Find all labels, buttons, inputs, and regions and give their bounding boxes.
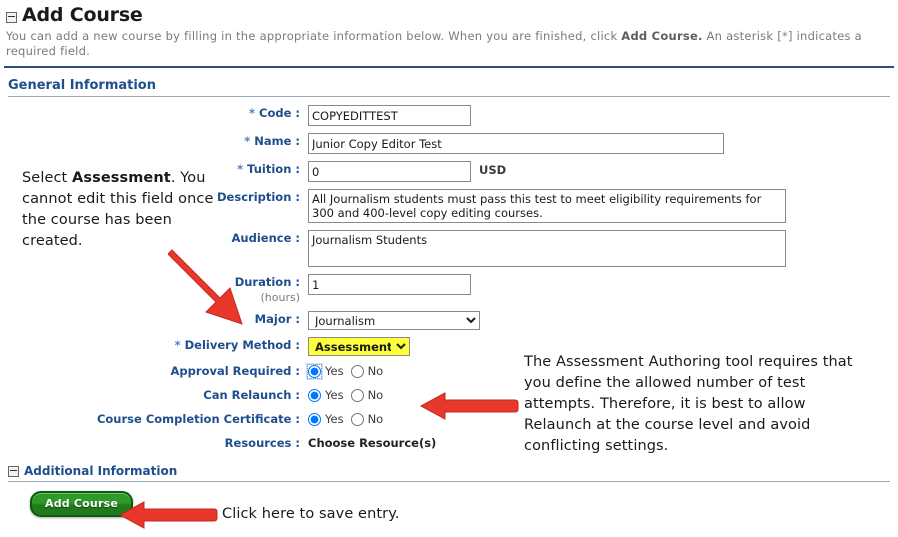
approval-required-no-radio[interactable] xyxy=(350,365,364,378)
can-relaunch-no[interactable]: No xyxy=(350,387,384,404)
can-relaunch-yes[interactable]: Yes xyxy=(308,387,344,404)
field-audience: Journalism Students xyxy=(308,230,890,267)
choose-resources-link[interactable]: Choose Resource(s) xyxy=(308,435,436,452)
minus-box-icon-additional[interactable] xyxy=(8,465,19,477)
page-title: Add Course xyxy=(22,4,143,26)
annotation-bottom: Click here to save entry. xyxy=(222,506,400,522)
label-resources: Resources : xyxy=(8,435,308,452)
label-can-relaunch: Can Relaunch : xyxy=(8,387,308,404)
major-select[interactable]: Journalism xyxy=(308,311,480,330)
label-code: * Code : xyxy=(8,105,308,122)
additional-information-header[interactable]: Additional Information xyxy=(8,464,890,482)
header-divider xyxy=(4,66,894,68)
field-duration xyxy=(308,274,890,295)
label-completion-certificate: Course Completion Certificate : xyxy=(8,411,308,428)
completion-certificate-yes-label: Yes xyxy=(325,412,344,426)
label-code-text: Code : xyxy=(259,106,300,120)
field-row-name: * Name : xyxy=(8,133,890,154)
description-textarea[interactable]: All Journalism students must pass this t… xyxy=(308,189,786,223)
label-approval-required-text: Approval Required : xyxy=(170,364,300,378)
field-description: All Journalism students must pass this t… xyxy=(308,189,890,223)
page-description: You can add a new course by filling in t… xyxy=(6,29,892,59)
minus-box-icon[interactable] xyxy=(6,11,17,23)
label-name-text: Name : xyxy=(254,134,300,148)
completion-certificate-no-radio[interactable] xyxy=(350,413,364,426)
field-code xyxy=(308,105,890,126)
field-row-major: Major : Journalism xyxy=(8,311,890,330)
completion-certificate-no-label: No xyxy=(367,412,384,426)
arrow-diagonal-icon xyxy=(168,249,243,325)
can-relaunch-no-label: No xyxy=(367,388,384,402)
approval-required-yes-radio[interactable] xyxy=(307,364,322,379)
completion-certificate-yes[interactable]: Yes xyxy=(308,411,344,428)
can-relaunch-yes-label: Yes xyxy=(325,388,344,402)
name-input[interactable] xyxy=(308,133,724,154)
annotation-left-bold: Assessment xyxy=(72,170,171,186)
annotation-left: Select Assessment. You cannot edit this … xyxy=(22,168,237,252)
completion-certificate-yes-radio[interactable] xyxy=(308,413,321,426)
additional-information-title: Additional Information xyxy=(24,464,178,478)
page-title-row: Add Course xyxy=(6,4,892,26)
general-information-title: General Information xyxy=(8,78,156,93)
label-resources-text: Resources : xyxy=(224,436,300,450)
approval-required-radio-group: Yes No xyxy=(307,363,384,380)
approval-required-yes-label: Yes xyxy=(325,364,344,378)
tuition-currency-label: USD xyxy=(479,163,507,177)
approval-required-no-label: No xyxy=(367,364,384,378)
required-asterisk-code: * xyxy=(248,106,255,120)
duration-input[interactable] xyxy=(308,274,471,295)
general-information-header: General Information xyxy=(8,78,890,97)
approval-required-yes[interactable]: Yes xyxy=(307,363,344,380)
delivery-method-select[interactable]: Assessment xyxy=(308,337,410,356)
label-tuition-text: Tuition : xyxy=(247,162,300,176)
required-asterisk-name: * xyxy=(244,134,251,148)
annotation-right: The Assessment Authoring tool requires t… xyxy=(524,354,853,454)
audience-textarea[interactable]: Journalism Students xyxy=(308,230,786,267)
page-description-part1: You can add a new course by filling in t… xyxy=(6,29,622,43)
arrow-left-save-icon xyxy=(118,501,218,529)
can-relaunch-yes-radio[interactable] xyxy=(308,389,321,402)
required-asterisk-tuition: * xyxy=(237,162,244,176)
label-completion-certificate-text: Course Completion Certificate : xyxy=(96,412,300,426)
label-name: * Name : xyxy=(8,133,308,150)
can-relaunch-radio-group: Yes No xyxy=(308,387,383,404)
field-name xyxy=(308,133,890,154)
completion-certificate-no[interactable]: No xyxy=(350,411,384,428)
completion-certificate-radio-group: Yes No xyxy=(308,411,383,428)
field-tuition: USD xyxy=(308,161,890,182)
tuition-input[interactable] xyxy=(308,161,471,182)
annotation-left-pre: Select xyxy=(22,170,73,186)
approval-required-no[interactable]: No xyxy=(350,363,384,380)
arrow-left-relaunch-icon xyxy=(419,392,519,420)
page-description-bold: Add Course. xyxy=(621,29,703,43)
field-major: Journalism xyxy=(308,311,890,330)
annotation-left-post: . xyxy=(170,170,176,186)
field-row-duration: Duration : (hours) xyxy=(8,274,890,304)
code-input[interactable] xyxy=(308,105,471,126)
label-audience-text: Audience : xyxy=(231,231,300,245)
label-approval-required: Approval Required : xyxy=(8,363,308,380)
can-relaunch-no-radio[interactable] xyxy=(350,389,364,402)
label-can-relaunch-text: Can Relaunch : xyxy=(203,388,300,402)
field-row-code: * Code : xyxy=(8,105,890,126)
page-header: Add Course You can add a new course by f… xyxy=(0,0,898,59)
